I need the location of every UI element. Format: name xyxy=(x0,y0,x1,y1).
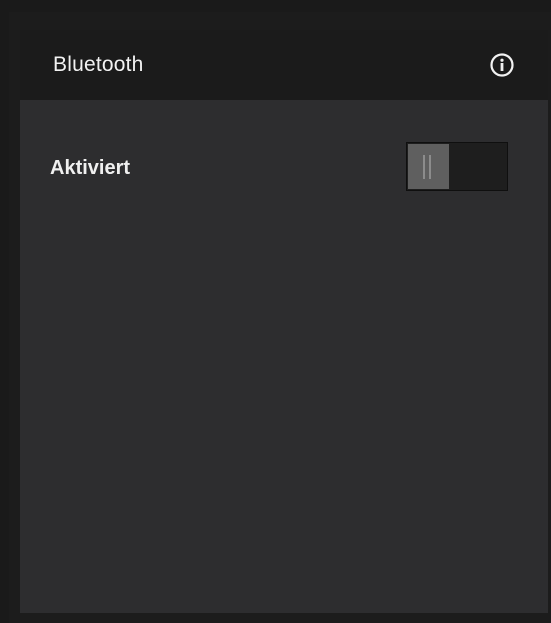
toggle-knob[interactable] xyxy=(408,144,449,189)
panel-title: Bluetooth xyxy=(53,53,144,76)
window-frame: Bluetooth Aktiviert xyxy=(9,12,551,623)
enabled-toggle[interactable] xyxy=(406,142,508,191)
info-icon[interactable] xyxy=(490,53,514,77)
enabled-label: Aktiviert xyxy=(50,157,131,179)
bluetooth-panel: Bluetooth Aktiviert xyxy=(20,30,548,613)
setting-row-enabled: Aktiviert xyxy=(20,140,548,196)
panel-header: Bluetooth xyxy=(20,30,548,100)
